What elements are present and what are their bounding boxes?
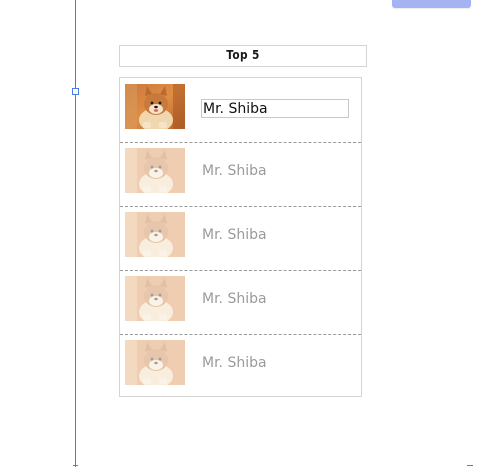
list-item[interactable]: Mr. Shiba bbox=[120, 142, 361, 207]
shiba-dog-photo bbox=[125, 212, 185, 257]
page-title: Top 5 bbox=[226, 48, 260, 62]
name-field[interactable] bbox=[201, 99, 349, 118]
selection-guide-line[interactable] bbox=[75, 0, 76, 467]
shiba-dog-photo bbox=[125, 84, 185, 129]
design-canvas: Top 5 Mr. Shiba Mr. Shiba Mr. Shiba Mr. … bbox=[0, 0, 500, 467]
shiba-dog-photo bbox=[125, 276, 185, 321]
list-item[interactable]: Mr. Shiba bbox=[120, 206, 361, 271]
item-name: Mr. Shiba bbox=[202, 163, 267, 179]
shiba-dog-photo bbox=[125, 340, 185, 385]
list-item[interactable] bbox=[120, 78, 361, 143]
toolbar-button[interactable] bbox=[392, 0, 471, 8]
item-name: Mr. Shiba bbox=[202, 355, 267, 371]
shiba-dog-photo bbox=[125, 148, 185, 193]
item-name: Mr. Shiba bbox=[202, 227, 267, 243]
guide-corner-marker bbox=[73, 465, 78, 466]
title-box: Top 5 bbox=[119, 45, 367, 67]
list-item[interactable]: Mr. Shiba bbox=[120, 334, 361, 398]
list-item[interactable]: Mr. Shiba bbox=[120, 270, 361, 335]
guide-corner-marker-right bbox=[467, 465, 473, 466]
top-list: Mr. Shiba Mr. Shiba Mr. Shiba Mr. Shiba … bbox=[119, 77, 362, 397]
resize-handle[interactable] bbox=[72, 88, 79, 95]
item-name: Mr. Shiba bbox=[202, 291, 267, 307]
